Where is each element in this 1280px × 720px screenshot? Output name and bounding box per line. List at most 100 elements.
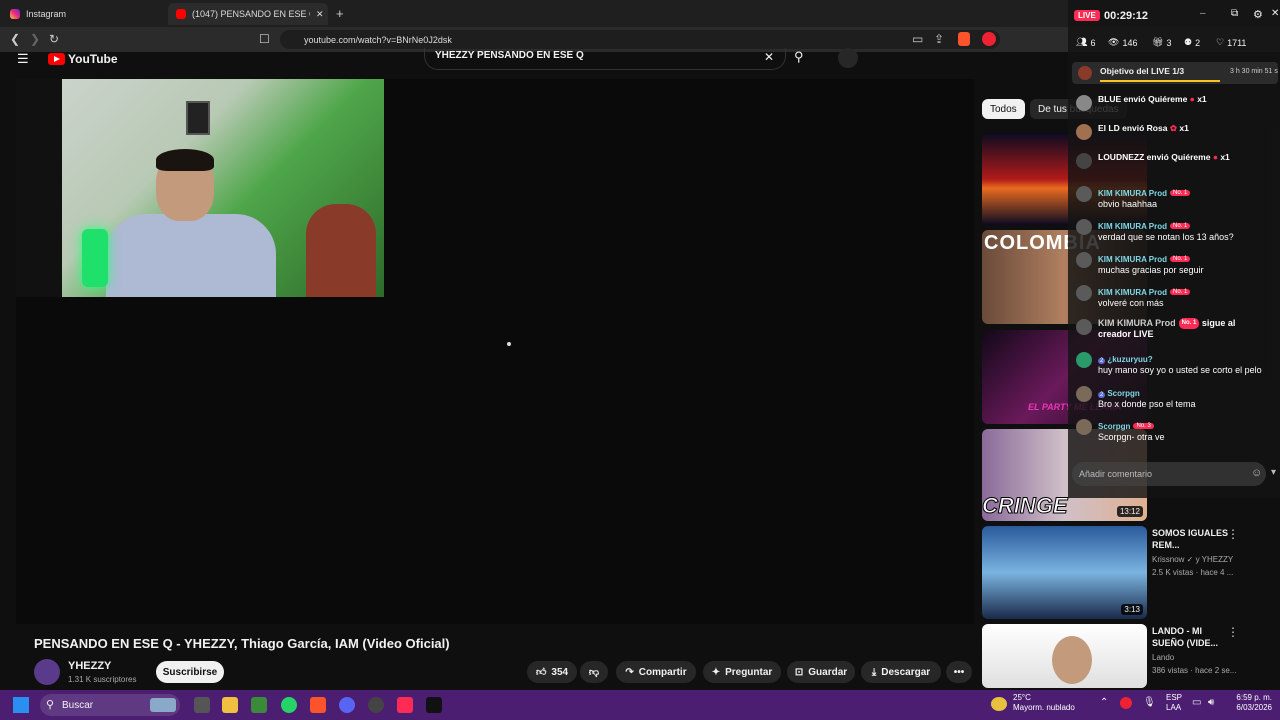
stat-value: 6: [1090, 37, 1096, 48]
settings-icon[interactable]: ⚙: [1253, 8, 1263, 21]
like-button[interactable]: 👍︎ 354: [527, 661, 577, 683]
volume-icon[interactable]: 🔊︎: [1208, 697, 1214, 708]
windows-start-icon[interactable]: [13, 697, 29, 713]
bookmark-icon[interactable]: ☐: [259, 32, 270, 46]
tab-youtube[interactable]: (1047) PENSANDO EN ESE Q - Y... ✕: [168, 3, 328, 25]
recommendation-thumbnail[interactable]: 3:13: [982, 526, 1147, 619]
url-field[interactable]: youtube.com/watch?v=BNrNe0J2dsk: [280, 30, 1000, 49]
subscribe-button[interactable]: Suscribirse: [156, 661, 224, 683]
weather-widget[interactable]: 25°C Mayorm. nublado: [1013, 693, 1075, 713]
recommendation-meta: 2.5 K vistas · hace 4 ...: [1152, 568, 1234, 577]
reload-icon[interactable]: ↻: [49, 32, 59, 46]
comment-user[interactable]: KIM KIMURA Prod: [1098, 288, 1167, 297]
video-duration: 3:13: [1121, 604, 1143, 615]
new-tab-button[interactable]: +: [336, 6, 344, 21]
recommendation-channel[interactable]: Krissnow ✓ y YHEZZY: [1152, 554, 1233, 565]
language-indicator[interactable]: ESP LAA: [1166, 693, 1182, 713]
brave-icon[interactable]: [310, 697, 326, 713]
chevron-up-icon[interactable]: ⌃: [1100, 697, 1108, 708]
file-explorer-icon[interactable]: [222, 697, 238, 713]
tiktok-icon[interactable]: [426, 697, 442, 713]
forward-icon[interactable]: ❯: [30, 32, 40, 46]
video-title: PENSANDO EN ESE Q - YHEZZY, Thiago Garcí…: [34, 636, 450, 651]
tab-instagram[interactable]: Instagram: [2, 3, 162, 25]
close-tab-icon[interactable]: ✕: [316, 9, 324, 20]
discord-icon[interactable]: [339, 697, 355, 713]
emoji-icon[interactable]: ☺: [1251, 467, 1262, 479]
stat-gifts: 🎁︎ 3: [1152, 37, 1171, 48]
rose-gift-icon: ✿: [1169, 123, 1177, 133]
taskbar-search[interactable]: ⚲ Buscar: [40, 694, 180, 716]
filter-icon[interactable]: ▾: [1271, 467, 1276, 478]
save-button[interactable]: ⊡ Guardar: [787, 661, 855, 683]
search-icon[interactable]: ⚲: [794, 49, 804, 65]
download-button[interactable]: ⤓ Descargar: [861, 661, 941, 683]
weather-temp: 25°C: [1013, 693, 1031, 702]
comment-user[interactable]: KIM KIMURA Prod: [1098, 255, 1167, 264]
level-badge: 2: [1098, 358, 1106, 364]
search-query: YHEZZY PENSANDO EN ESE Q: [435, 50, 584, 61]
comment-user[interactable]: Scorpgn: [1098, 422, 1130, 431]
whatsapp-icon[interactable]: [281, 697, 297, 713]
close-icon[interactable]: ✕: [1271, 8, 1279, 19]
voice-search-icon[interactable]: [838, 48, 858, 68]
share-icon[interactable]: ⇪: [934, 32, 944, 46]
thumbnail-face: [1052, 636, 1092, 684]
more-options-icon[interactable]: ⋮: [1227, 625, 1239, 639]
channel-name[interactable]: YHEZZY: [68, 660, 111, 672]
chat-comment: 2 Scorpgn Bro x donde pso el tema: [1076, 385, 1196, 410]
stat-value: 146: [1122, 37, 1138, 48]
lang-primary: ESP: [1166, 693, 1183, 702]
comment-user[interactable]: KIM KIMURA Prod: [1098, 222, 1167, 231]
clock-time: 6:59 p. m.: [1236, 693, 1272, 702]
brave-rewards-icon[interactable]: [982, 32, 996, 46]
users-icon: 👥︎: [1076, 37, 1088, 47]
search-input[interactable]: YHEZZY PENSANDO EN ESE Q: [424, 48, 786, 70]
microphone: [82, 229, 108, 287]
minimize-icon[interactable]: –: [1200, 8, 1206, 19]
dislike-button[interactable]: 👎︎: [580, 661, 608, 683]
recommendation-thumbnail[interactable]: [982, 624, 1147, 688]
recommendation-title[interactable]: SOMOS IGUALES REM...: [1152, 527, 1232, 551]
comment-user[interactable]: KIM KIMURA Prod: [1098, 189, 1167, 198]
gift-message: LOUDNEZZ envió Quiéreme ● x1: [1076, 152, 1230, 169]
more-options-icon[interactable]: ⋮: [1227, 527, 1239, 541]
task-view-icon[interactable]: [194, 697, 210, 713]
chip-all[interactable]: Todos: [982, 99, 1025, 119]
share-button[interactable]: ↷ Compartir: [616, 661, 696, 683]
recommendation-title[interactable]: LANDO - MI SUEÑO (VIDE...: [1152, 625, 1232, 649]
gift-text: envió Quiéreme: [1123, 94, 1188, 104]
comment-user[interactable]: Scorpgn: [1107, 389, 1139, 398]
rose-gift-icon: ●: [1189, 94, 1195, 104]
video-duration: 13:12: [1116, 506, 1143, 517]
rank-badge: No. 1: [1170, 255, 1191, 262]
comment-user[interactable]: KIM KIMURA Prod: [1098, 318, 1176, 328]
chrome-icon[interactable]: [368, 697, 384, 713]
tray-app-icon[interactable]: [1120, 697, 1132, 709]
live-goal[interactable]: Objetivo del LIVE 1/3 3 h 30 min 51 s: [1072, 62, 1278, 84]
comment-user[interactable]: ¿kuzuryuu?: [1107, 355, 1152, 364]
youtube-logo[interactable]: YouTube: [48, 52, 118, 66]
microphone-icon[interactable]: 🎙︎: [1143, 697, 1156, 708]
more-actions-button[interactable]: •••: [946, 661, 972, 683]
store-icon[interactable]: [251, 697, 267, 713]
rank-badge: No. 1: [1170, 189, 1191, 196]
save-icon: ⊡: [794, 666, 804, 678]
brave-shield-icon[interactable]: [958, 32, 970, 46]
cast-icon[interactable]: ▭: [912, 32, 923, 46]
video-player[interactable]: [16, 79, 974, 624]
clear-search-icon[interactable]: ✕: [764, 50, 774, 64]
recommendation-channel[interactable]: Lando: [1152, 652, 1174, 663]
second-person: [306, 204, 376, 297]
ask-button[interactable]: ✦ Preguntar: [703, 661, 781, 683]
clock[interactable]: 6:59 p. m. 6/03/2026: [1230, 693, 1272, 713]
window-icon[interactable]: ⧉: [1231, 8, 1238, 19]
back-icon[interactable]: ❮: [10, 32, 20, 46]
tiktok-live-studio-icon[interactable]: [397, 697, 413, 713]
avatar: [1076, 386, 1092, 402]
monitor-icon[interactable]: ▭: [1192, 697, 1201, 708]
channel-avatar[interactable]: [34, 659, 60, 685]
menu-icon[interactable]: ☰: [17, 51, 29, 67]
goal-time: 3 h 30 min 51 s: [1230, 68, 1278, 75]
comment-input[interactable]: Añadir comentario: [1072, 462, 1266, 486]
